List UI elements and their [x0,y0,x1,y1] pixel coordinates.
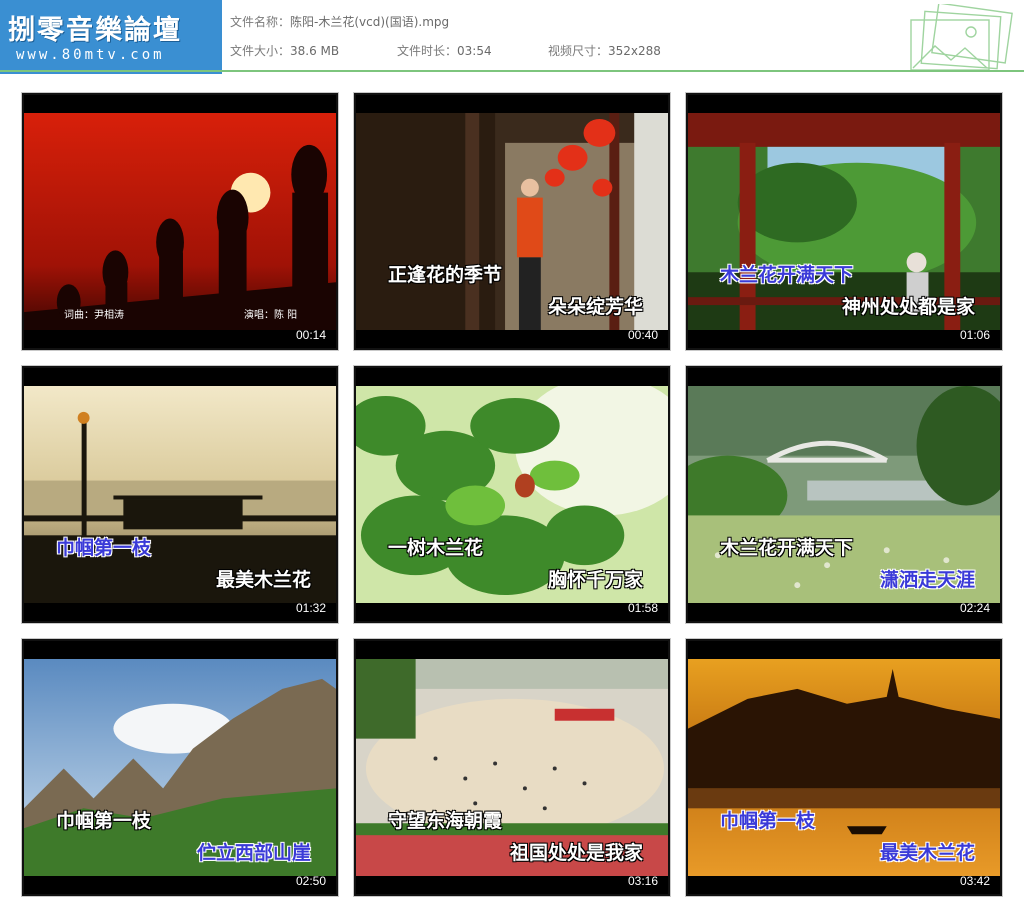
lyric-line-2: 伫立西部山崖 [197,842,312,864]
thumbnail-6[interactable]: 木兰花开满天下 潇洒走天涯 02:24 [685,365,1003,624]
duration-row: 文件时长：03:54 [397,42,492,59]
timestamp: 02:24 [959,601,990,615]
lyric-line-2: 最美木兰花 [216,569,312,591]
timestamp: 00:14 [295,328,326,342]
photo-stack-icon [910,4,1013,71]
thumbnail-1[interactable]: 词曲：尹相涛 演唱：陈 阳 00:14 [21,92,339,351]
video-frame: 词曲：尹相涛 演唱：陈 阳 00:14 [24,95,336,348]
file-name-row: 文件名称：陈阳-木兰花(vcd)(国语).mpg [230,13,449,30]
timestamp: 03:42 [959,874,990,888]
video-frame: 正逢花的季节 朵朵绽芳华 00:40 [356,95,668,348]
video-frame: 巾帼第一枝 伫立西部山崖 02:50 [24,641,336,894]
video-frame: 巾帼第一枝 最美木兰花 01:32 [24,368,336,621]
thumbnail-3[interactable]: 木兰花开满天下 神州处处都是家 01:06 [685,92,1003,351]
file-info-header: 捌零音樂論壇 www.80mtv.com 文件名称：陈阳-木兰花(vcd)(国语… [0,0,1024,74]
timestamp: 02:50 [295,874,326,888]
lyric-line-2: 祖国处处是我家 [510,842,644,864]
file-size-row: 文件大小：38.6 MB [230,42,339,59]
thumbnail-2[interactable]: 正逢花的季节 朵朵绽芳华 00:40 [353,92,671,351]
thumbnail-5[interactable]: 一树木兰花 胸怀千万家 01:58 [353,365,671,624]
duration-value: 03:54 [457,44,492,58]
thumbnail-7[interactable]: 巾帼第一枝 伫立西部山崖 02:50 [21,638,339,897]
site-logo: 捌零音樂論壇 www.80mtv.com [0,0,222,74]
lyricist-credit: 词曲：尹相涛 [64,310,124,321]
video-frame: 守望东海朝霞 祖国处处是我家 03:16 [356,641,668,894]
logo-url: www.80mtv.com [16,47,165,63]
video-frame: 巾帼第一枝 最美木兰花 03:42 [688,641,1000,894]
timestamp: 01:58 [627,601,658,615]
logo-title: 捌零音樂論壇 [8,15,182,46]
timestamp: 01:32 [295,601,326,615]
lyric-line-2: 胸怀千万家 [548,569,644,591]
lyric-line-2: 最美木兰花 [880,842,976,864]
lyric-line-1: 木兰花开满天下 [720,537,854,559]
file-size-label: 文件大小： [230,44,291,58]
thumbnail-9[interactable]: 巾帼第一枝 最美木兰花 03:42 [685,638,1003,897]
video-size-label: 视频尺寸： [548,44,609,58]
lyric-line-2: 神州处处都是家 [842,296,976,318]
lyric-line-2: 朵朵绽芳华 [548,296,644,318]
timestamp: 03:16 [627,874,658,888]
duration-label: 文件时长： [397,44,458,58]
video-frame: 木兰花开满天下 潇洒走天涯 02:24 [688,368,1000,621]
header-divider [0,70,1024,72]
video-size-row: 视频尺寸：352x288 [548,42,661,59]
lyric-line-1: 巾帼第一枝 [720,810,816,832]
video-frame: 木兰花开满天下 神州处处都是家 01:06 [688,95,1000,348]
lyric-line-1: 一树木兰花 [388,537,484,559]
lyric-line-1: 木兰花开满天下 [720,264,854,286]
file-name-label: 文件名称： [230,15,291,29]
file-name-value: 陈阳-木兰花(vcd)(国语).mpg [290,15,450,29]
lyric-line-1: 正逢花的季节 [388,264,503,286]
timestamp: 01:06 [959,328,990,342]
file-size-value: 38.6 MB [290,44,340,58]
video-frame: 一树木兰花 胸怀千万家 01:58 [356,368,668,621]
singer-credit: 演唱：陈 阳 [244,310,298,321]
video-size-value: 352x288 [608,44,661,58]
lyric-line-1: 巾帼第一枝 [56,810,152,832]
thumbnail-8[interactable]: 守望东海朝霞 祖国处处是我家 03:16 [353,638,671,897]
lyric-line-1: 巾帼第一枝 [56,537,152,559]
lyric-line-1: 守望东海朝霞 [388,810,503,832]
thumbnail-4[interactable]: 巾帼第一枝 最美木兰花 01:32 [21,365,339,624]
lyric-line-2: 潇洒走天涯 [880,569,976,591]
timestamp: 00:40 [627,328,658,342]
scene-sunset-silhouette [24,113,336,330]
